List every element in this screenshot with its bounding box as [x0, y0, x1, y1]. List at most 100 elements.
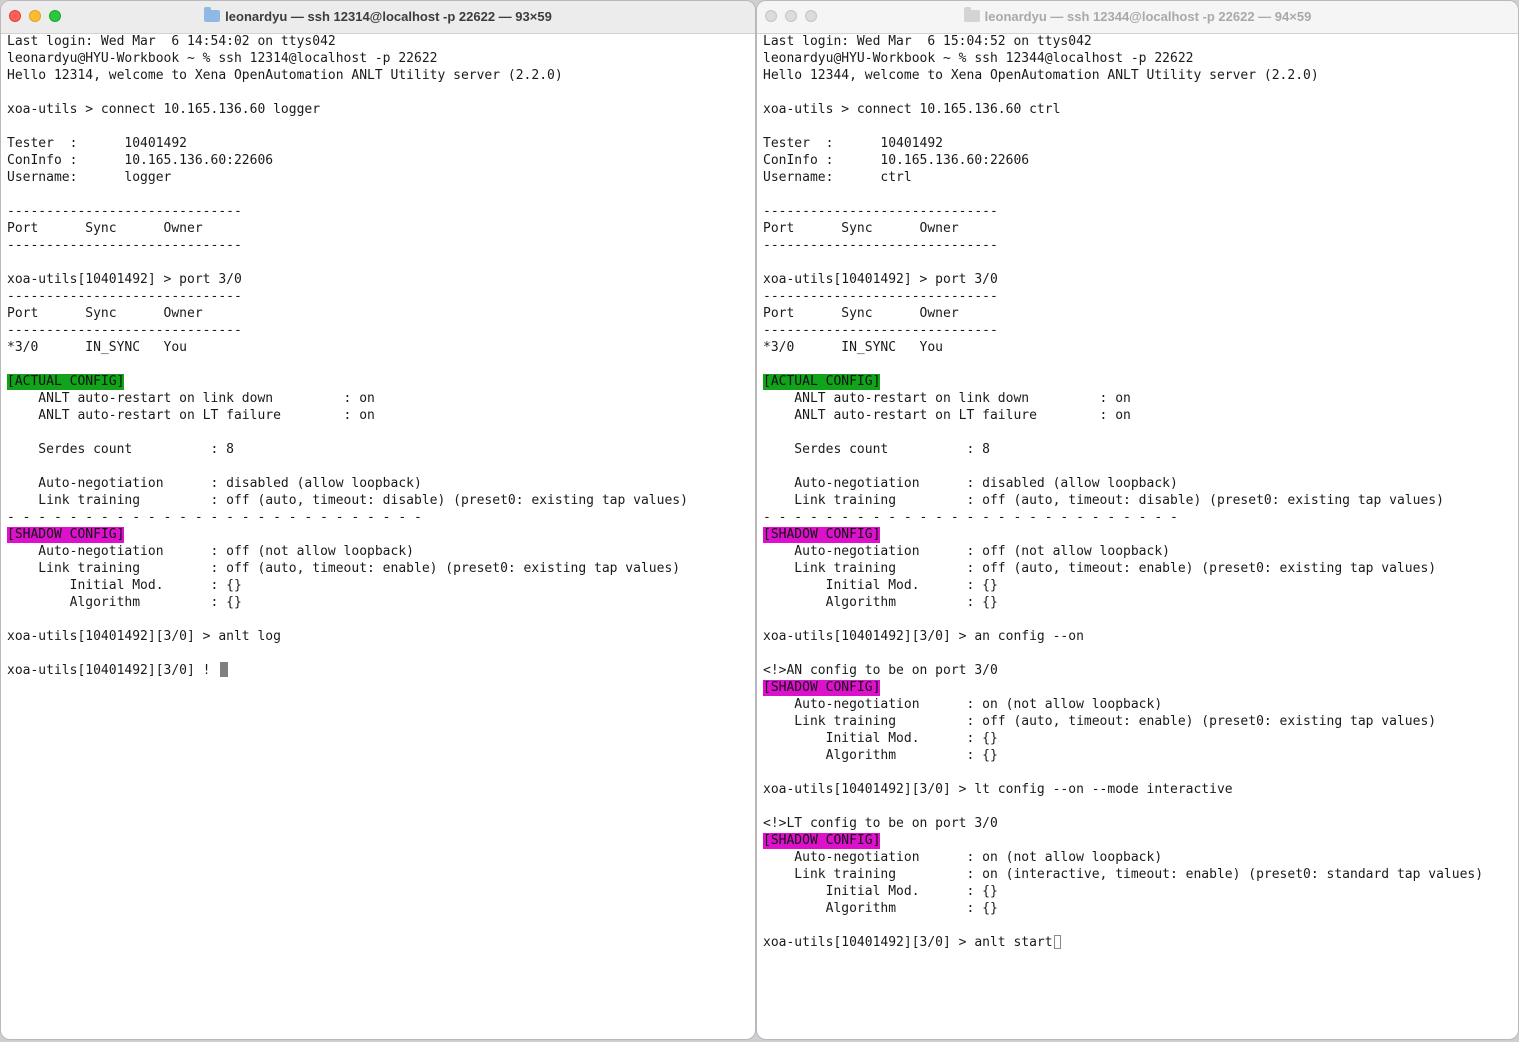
terminal-line-text: Auto-negotiation : on (not allow loopbac… — [763, 850, 1163, 865]
terminal-line: ANLT auto-restart on LT failure : on — [7, 407, 751, 424]
terminal-line-text: Last login: Wed Mar 6 14:54:02 on ttys04… — [7, 34, 336, 49]
terminal-line: ANLT auto-restart on LT failure : on — [763, 407, 1514, 424]
terminal-output[interactable]: Last login: Wed Mar 6 14:54:02 on ttys04… — [7, 33, 751, 1039]
terminal-line: Auto-negotiation : on (not allow loopbac… — [763, 849, 1514, 866]
terminal-line: xoa-utils[10401492] > port 3/0 — [763, 271, 1514, 288]
terminal-line-text: ------------------------------ — [763, 204, 998, 219]
terminal-line-text: Port Sync Owner — [7, 221, 203, 236]
terminal-line-text: <!>AN config to be on port 3/0 — [763, 663, 998, 678]
terminal-line: Initial Mod. : {} — [7, 577, 751, 594]
terminal-window-right[interactable]: leonardyu — ssh 12344@localhost -p 22622… — [756, 0, 1519, 1040]
terminal-line-text: Hello 12344, welcome to Xena OpenAutomat… — [763, 68, 1319, 83]
terminal-output[interactable]: Last login: Wed Mar 6 15:04:52 on ttys04… — [763, 33, 1514, 1039]
terminal-line: Link training : off (auto, timeout: enab… — [7, 560, 751, 577]
terminal-line: Initial Mod. : {} — [763, 883, 1514, 900]
cursor-icon — [220, 662, 229, 677]
terminal-line: ------------------------------ — [763, 237, 1514, 254]
terminal-line: ConInfo : 10.165.136.60:22606 — [7, 152, 751, 169]
terminal-line-text: ------------------------------ — [763, 238, 998, 253]
terminal-line: Link training : off (auto, timeout: disa… — [7, 492, 751, 509]
terminal-line-text: Link training : off (auto, timeout: disa… — [763, 493, 1444, 508]
terminal-line-text: - - - - - - - - - - - - - - - - - - - - … — [7, 510, 422, 525]
terminal-line-text: ------------------------------ — [7, 238, 242, 253]
terminal-line: Initial Mod. : {} — [763, 730, 1514, 747]
window-title-text: leonardyu — ssh 12314@localhost -p 22622… — [225, 9, 552, 24]
terminal-line: ANLT auto-restart on link down : on — [763, 390, 1514, 407]
terminal-line: ------------------------------ — [763, 322, 1514, 339]
terminal-line: Port Sync Owner — [7, 305, 751, 322]
cursor-icon — [1053, 935, 1061, 949]
terminal-line-text: leonardyu@HYU-Workbook ~ % ssh 12344@loc… — [763, 51, 1194, 66]
window-title: leonardyu — ssh 12314@localhost -p 22622… — [1, 7, 755, 24]
terminal-line: - - - - - - - - - - - - - - - - - - - - … — [763, 509, 1514, 526]
config-section-tag: [ACTUAL CONFIG] — [7, 373, 751, 390]
terminal-line-text: Tester : 10401492 — [7, 136, 188, 151]
terminal-line-text: Initial Mod. : {} — [763, 578, 998, 593]
terminal-line: ------------------------------ — [7, 322, 751, 339]
config-section-tag: [SHADOW CONFIG] — [763, 526, 1514, 543]
terminal-line: Hello 12314, welcome to Xena OpenAutomat… — [7, 67, 751, 84]
command-prompt[interactable]: xoa-utils[10401492][3/0] ! — [7, 662, 751, 679]
title-bar[interactable]: leonardyu — ssh 12314@localhost -p 22622… — [1, 1, 755, 34]
title-bar[interactable]: leonardyu — ssh 12344@localhost -p 22622… — [757, 1, 1518, 34]
terminal-line-text: Username: ctrl — [763, 170, 912, 185]
terminal-line: Initial Mod. : {} — [763, 577, 1514, 594]
terminal-line-text: xoa-utils[10401492][3/0] > anlt log — [7, 629, 281, 644]
terminal-line-text: ------------------------------ — [763, 289, 998, 304]
terminal-line: Algorithm : {} — [763, 747, 1514, 764]
terminal-line-text: Algorithm : {} — [763, 901, 998, 916]
terminal-line-text: ------------------------------ — [763, 323, 998, 338]
config-tag-label: [SHADOW CONFIG] — [763, 680, 881, 696]
terminal-line: <!>LT config to be on port 3/0 — [763, 815, 1514, 832]
terminal-line-text: Link training : off (auto, timeout: enab… — [763, 561, 1437, 576]
terminal-line-text: - - - - - - - - - - - - - - - - - - - - … — [763, 510, 1178, 525]
terminal-line: leonardyu@HYU-Workbook ~ % ssh 12344@loc… — [763, 50, 1514, 67]
terminal-line-text: xoa-utils > connect 10.165.136.60 logger — [7, 102, 321, 117]
terminal-line: xoa-utils[10401492] > port 3/0 — [7, 271, 751, 288]
terminal-line: - - - - - - - - - - - - - - - - - - - - … — [7, 509, 751, 526]
terminal-line: ConInfo : 10.165.136.60:22606 — [763, 152, 1514, 169]
terminal-line: ANLT auto-restart on link down : on — [7, 390, 751, 407]
command-prompt[interactable]: xoa-utils[10401492][3/0] > anlt start — [763, 934, 1514, 951]
config-tag-label: [ACTUAL CONFIG] — [763, 374, 881, 390]
terminal-line-text: Link training : on (interactive, timeout… — [763, 867, 1484, 882]
terminal-line: Port Sync Owner — [763, 305, 1514, 322]
terminal-line-text: leonardyu@HYU-Workbook ~ % ssh 12314@loc… — [7, 51, 438, 66]
terminal-line: Port Sync Owner — [7, 220, 751, 237]
terminal-line: xoa-utils > connect 10.165.136.60 ctrl — [763, 101, 1514, 118]
terminal-line: Serdes count : 8 — [7, 441, 751, 458]
terminal-line: leonardyu@HYU-Workbook ~ % ssh 12314@loc… — [7, 50, 751, 67]
terminal-line-text: Serdes count : 8 — [763, 442, 990, 457]
terminal-line-text: *3/0 IN_SYNC You — [763, 340, 944, 355]
terminal-line: xoa-utils[10401492][3/0] > lt config --o… — [763, 781, 1514, 798]
terminal-line-text: xoa-utils[10401492][3/0] > lt config --o… — [763, 782, 1233, 797]
terminal-window-left[interactable]: leonardyu — ssh 12314@localhost -p 22622… — [0, 0, 756, 1040]
config-tag-label: [SHADOW CONFIG] — [763, 527, 881, 543]
config-tag-label: [ACTUAL CONFIG] — [7, 374, 125, 390]
terminal-line: Auto-negotiation : off (not allow loopba… — [763, 543, 1514, 560]
terminal-line-text: Initial Mod. : {} — [7, 578, 242, 593]
terminal-line: Algorithm : {} — [7, 594, 751, 611]
terminal-line: Algorithm : {} — [763, 900, 1514, 917]
prompt-text: xoa-utils[10401492][3/0] > anlt start — [763, 935, 1053, 950]
terminal-line-text: Link training : off (auto, timeout: enab… — [763, 714, 1437, 729]
terminal-line: Hello 12344, welcome to Xena OpenAutomat… — [763, 67, 1514, 84]
terminal-line-text: Algorithm : {} — [7, 595, 242, 610]
terminal-line: ------------------------------ — [7, 237, 751, 254]
terminal-line: xoa-utils[10401492][3/0] > an config --o… — [763, 628, 1514, 645]
terminal-line-text: xoa-utils[10401492][3/0] > an config --o… — [763, 629, 1084, 644]
window-title: leonardyu — ssh 12344@localhost -p 22622… — [757, 7, 1518, 24]
terminal-line: ------------------------------ — [763, 288, 1514, 305]
